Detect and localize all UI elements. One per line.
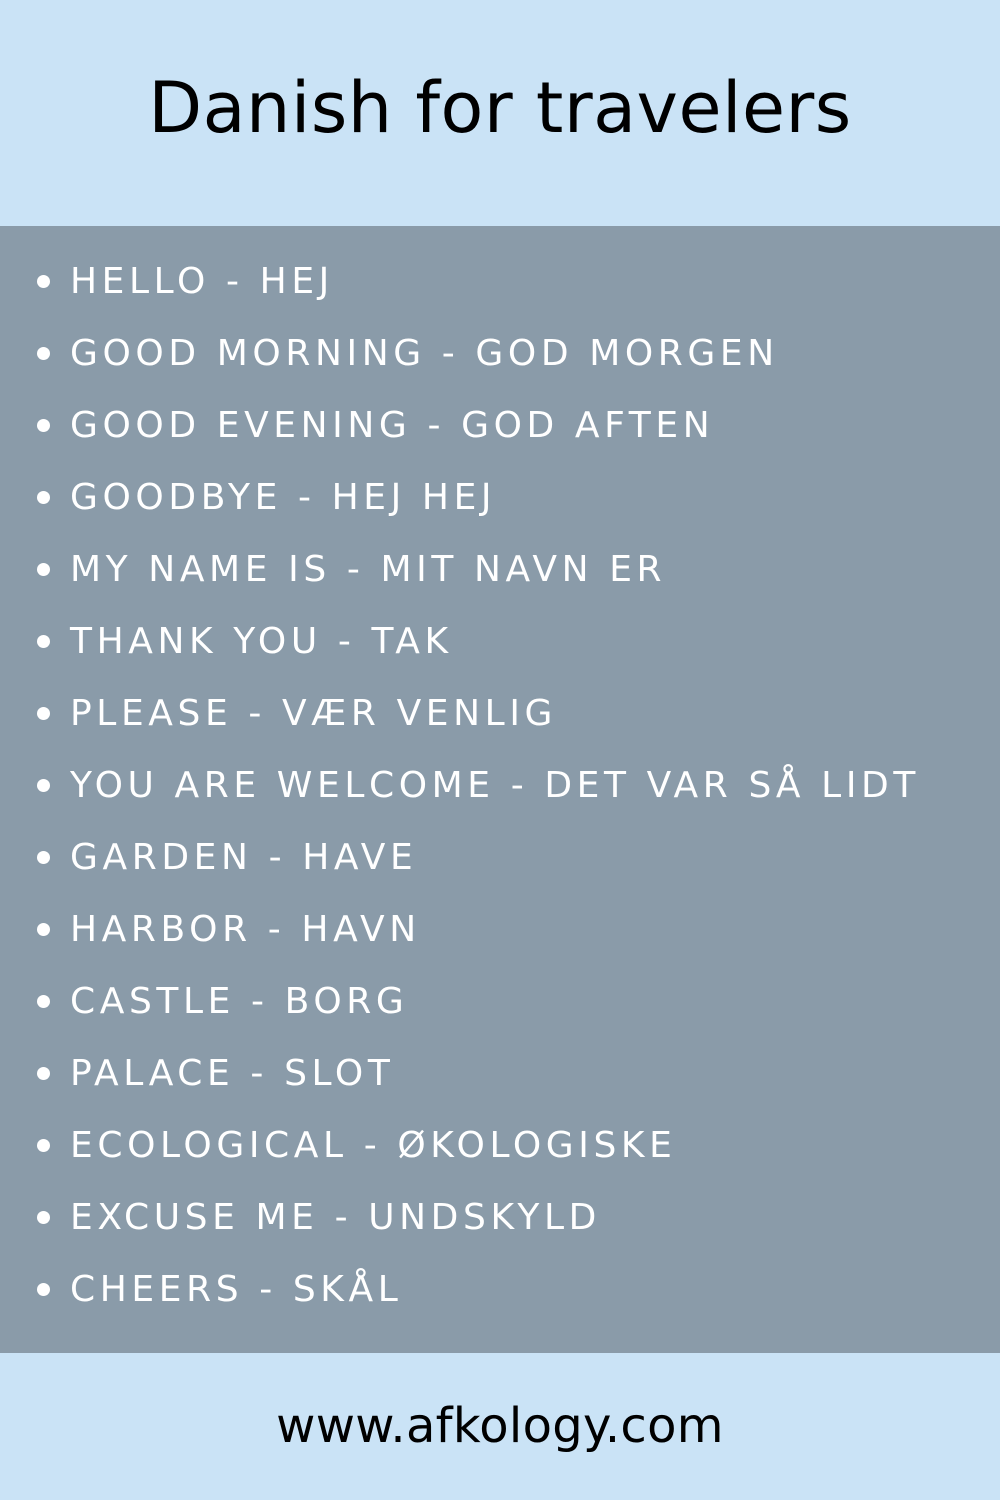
list-item: MY NAME IS - MIT NAVN ER <box>0 534 1000 606</box>
footer-banner: www.afkology.com <box>0 1353 1000 1500</box>
phrase-text: PLEASE - VÆR VENLIG <box>70 693 558 734</box>
list-item: GOOD EVENING - GOD AFTEN <box>0 390 1000 462</box>
phrase-text: EXCUSE ME - UNDSKYLD <box>70 1197 601 1238</box>
phrase-text: PALACE - SLOT <box>70 1053 395 1094</box>
list-item: HELLO - HEJ <box>0 246 1000 318</box>
list-item: ECOLOGICAL - ØKOLOGISKE <box>0 1110 1000 1182</box>
list-item: THANK YOU - TAK <box>0 606 1000 678</box>
phrase-text: CASTLE - BORG <box>70 981 409 1022</box>
bullet-icon <box>37 1211 50 1224</box>
phrase-text: ECOLOGICAL - ØKOLOGISKE <box>70 1125 677 1166</box>
bullet-icon <box>37 1067 50 1080</box>
bullet-icon <box>37 851 50 864</box>
bullet-icon <box>37 779 50 792</box>
phrase-text: MY NAME IS - MIT NAVN ER <box>70 549 667 590</box>
header-banner: Danish for travelers <box>0 0 1000 226</box>
phrase-text: CHEERS - SKÅL <box>70 1269 403 1310</box>
phrase-text: GOOD EVENING - GOD AFTEN <box>70 405 715 446</box>
list-item: GARDEN - HAVE <box>0 822 1000 894</box>
bullet-icon <box>37 995 50 1008</box>
list-item: CASTLE - BORG <box>0 966 1000 1038</box>
bullet-icon <box>37 347 50 360</box>
list-item: YOU ARE WELCOME - DET VAR SÅ LIDT <box>0 750 1000 822</box>
phrase-text: THANK YOU - TAK <box>70 621 453 662</box>
list-item: GOOD MORNING - GOD MORGEN <box>0 318 1000 390</box>
bullet-icon <box>37 419 50 432</box>
list-item: PALACE - SLOT <box>0 1038 1000 1110</box>
phrase-text: GARDEN - HAVE <box>70 837 418 878</box>
bullet-icon <box>37 491 50 504</box>
list-item: CHEERS - SKÅL <box>0 1254 1000 1326</box>
list-item: GOODBYE - HEJ HEJ <box>0 462 1000 534</box>
phrase-panel: HELLO - HEJ GOOD MORNING - GOD MORGEN GO… <box>0 226 1000 1353</box>
list-item: EXCUSE ME - UNDSKYLD <box>0 1182 1000 1254</box>
list-item: HARBOR - HAVN <box>0 894 1000 966</box>
phrase-list: HELLO - HEJ GOOD MORNING - GOD MORGEN GO… <box>0 246 1000 1326</box>
bullet-icon <box>37 923 50 936</box>
phrase-text: YOU ARE WELCOME - DET VAR SÅ LIDT <box>70 765 920 806</box>
website-url[interactable]: www.afkology.com <box>0 1391 1000 1461</box>
list-item: PLEASE - VÆR VENLIG <box>0 678 1000 750</box>
bullet-icon <box>37 1283 50 1296</box>
phrase-text: HELLO - HEJ <box>70 261 334 302</box>
bullet-icon <box>37 707 50 720</box>
bullet-icon <box>37 635 50 648</box>
phrase-text: GOODBYE - HEJ HEJ <box>70 477 497 518</box>
page-title: Danish for travelers <box>148 67 852 149</box>
bullet-icon <box>37 275 50 288</box>
bullet-icon <box>37 1139 50 1152</box>
phrase-text: HARBOR - HAVN <box>70 909 421 950</box>
phrase-text: GOOD MORNING - GOD MORGEN <box>70 333 779 374</box>
bullet-icon <box>37 563 50 576</box>
